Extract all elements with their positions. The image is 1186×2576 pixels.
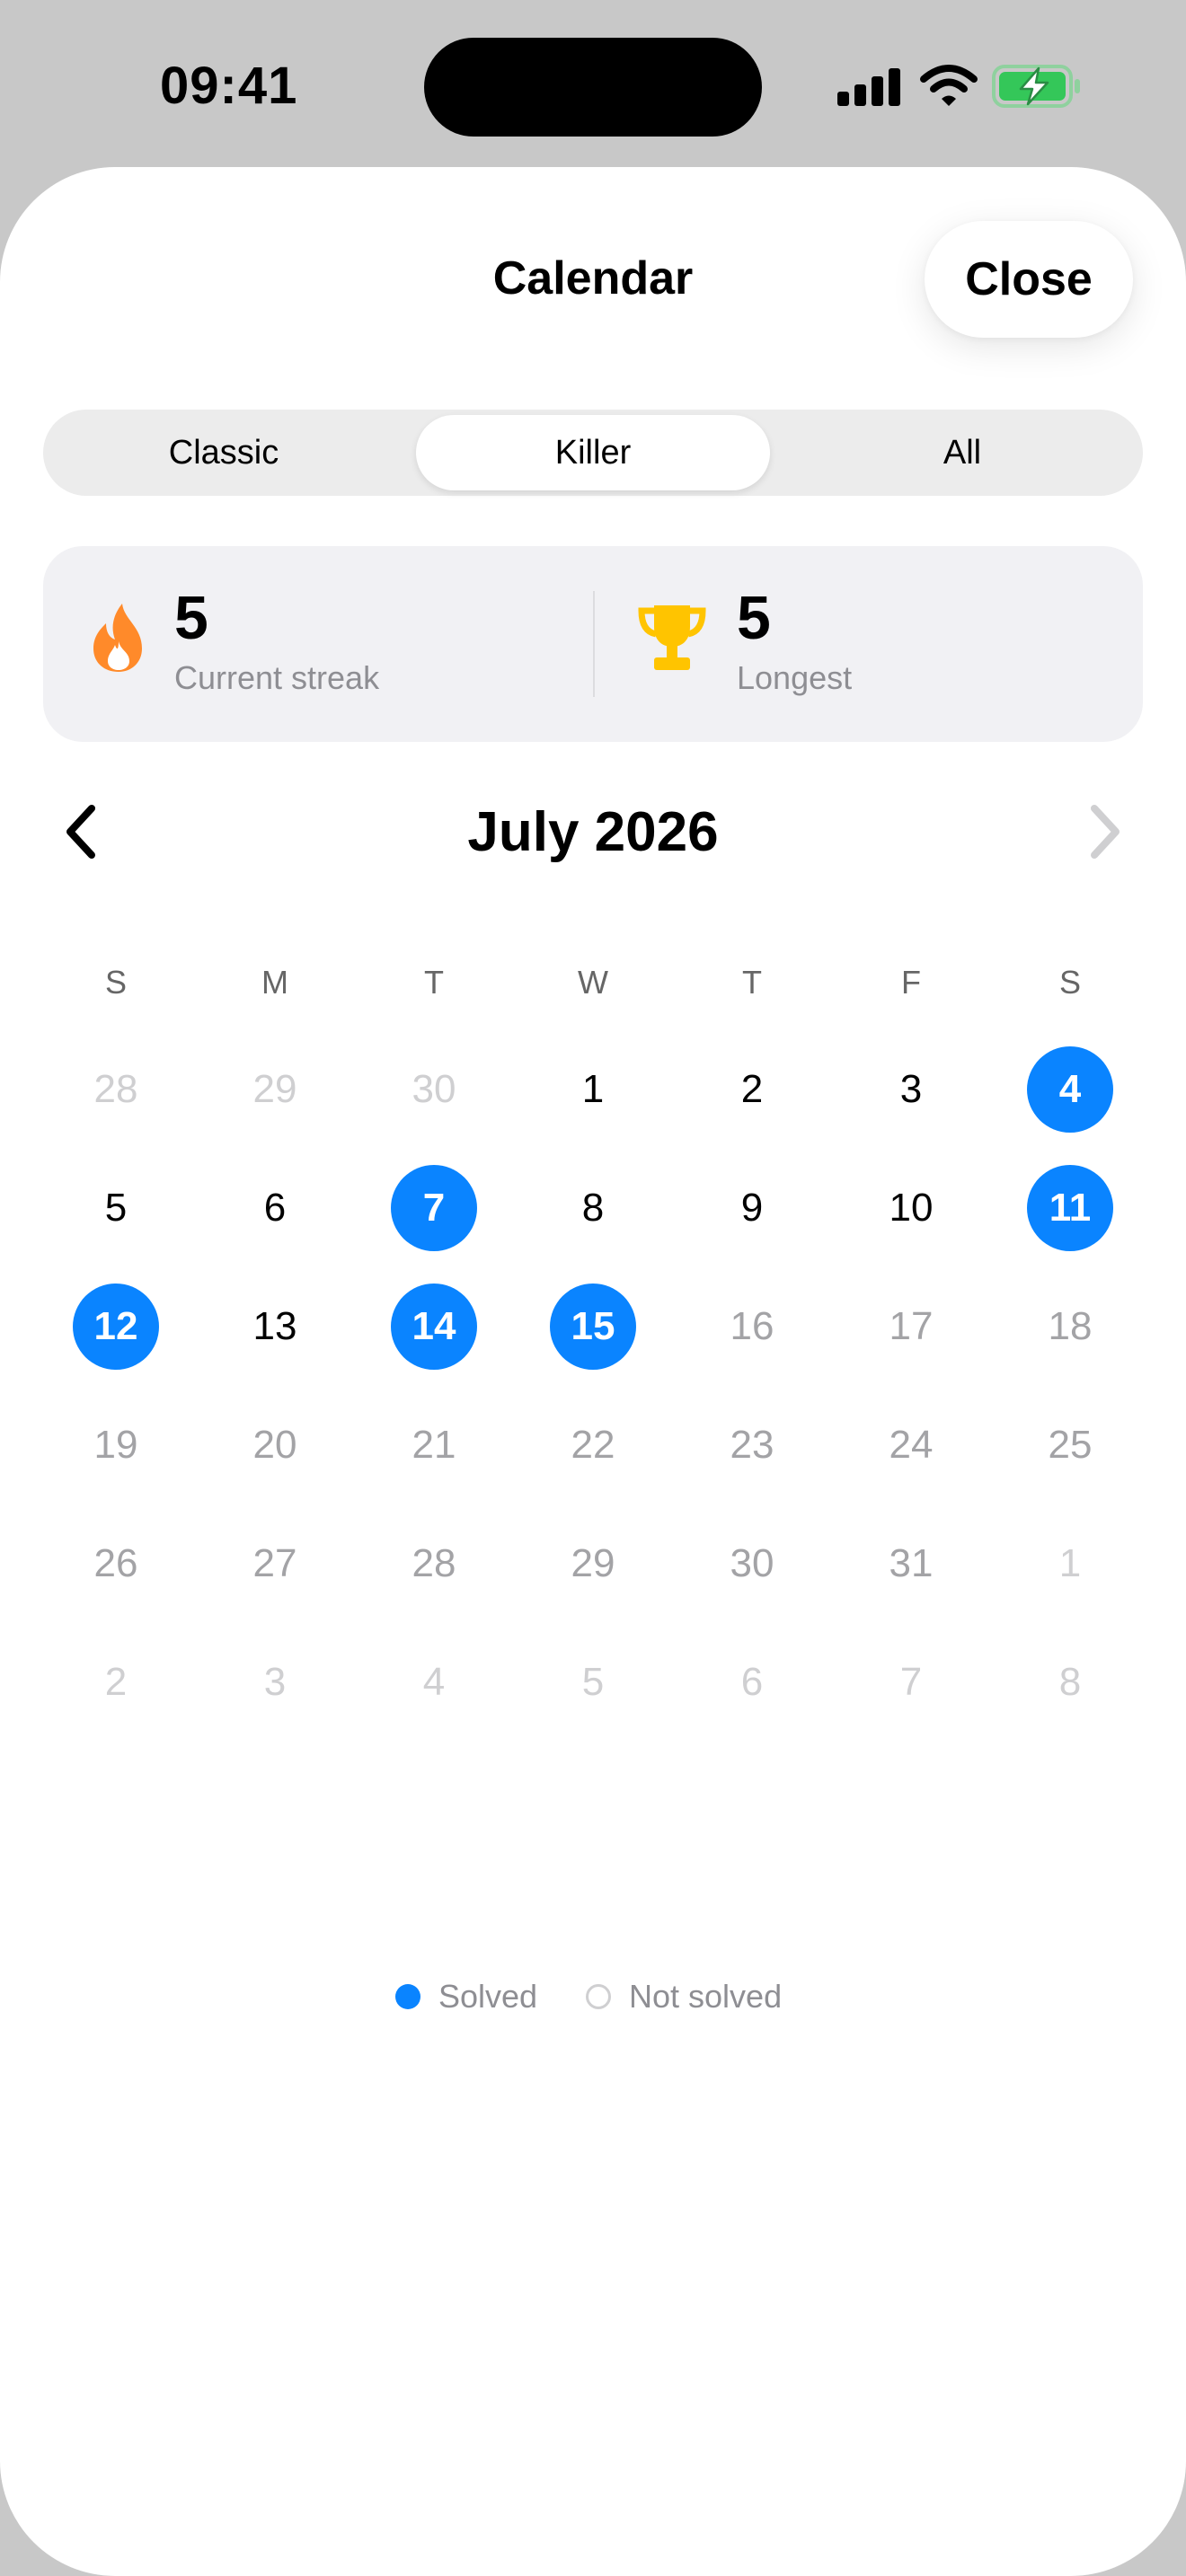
day-cell: 18 xyxy=(1048,1304,1093,1348)
day-cell: 5 xyxy=(581,1660,605,1704)
day-cell-solved[interactable]: 15 xyxy=(550,1284,636,1370)
legend-not-solved-label: Not solved xyxy=(629,1978,783,2015)
weekday-label: T xyxy=(424,964,444,1001)
day-cell-solved[interactable]: 7 xyxy=(391,1165,477,1251)
wifi-icon xyxy=(920,65,978,106)
day-cell: 17 xyxy=(889,1304,934,1348)
day-cell: 8 xyxy=(1058,1660,1082,1704)
dynamic-island xyxy=(424,38,762,137)
day-cell-solved[interactable]: 14 xyxy=(391,1284,477,1370)
calendar-sheet: Calendar Close Classic Killer All 5 Curr… xyxy=(0,167,1186,2576)
day-cell: 1 xyxy=(1058,1541,1082,1585)
tab-classic[interactable]: Classic xyxy=(47,415,401,490)
day-cell: 28 xyxy=(93,1067,138,1111)
day-cell: 29 xyxy=(571,1541,615,1585)
mode-segmented-control: Classic Killer All xyxy=(43,410,1143,496)
day-cell[interactable]: 2 xyxy=(709,1046,795,1133)
not-solved-dot-icon xyxy=(586,1984,611,2009)
close-button[interactable]: Close xyxy=(925,221,1133,338)
day-cell: 21 xyxy=(412,1423,456,1467)
day-cell: 30 xyxy=(730,1541,774,1585)
status-icons xyxy=(837,63,1082,113)
day-cell-solved[interactable]: 4 xyxy=(1027,1046,1113,1133)
day-cell: 19 xyxy=(93,1423,138,1467)
status-time: 09:41 xyxy=(160,57,298,115)
current-streak-value: 5 xyxy=(174,584,208,652)
weekday-label: W xyxy=(578,964,608,1001)
weekday-label: S xyxy=(1058,964,1081,1001)
screen: 09:41 Calendar Close Classic Killer All xyxy=(0,0,1186,2576)
day-cell: 23 xyxy=(730,1423,774,1467)
day-cell: 3 xyxy=(263,1660,287,1704)
day-cell: 4 xyxy=(422,1660,446,1704)
day-cell[interactable]: 5 xyxy=(73,1165,159,1251)
solved-dot-icon xyxy=(395,1984,420,2009)
day-cell-solved[interactable]: 12 xyxy=(73,1284,159,1370)
weekday-label: S xyxy=(104,964,127,1001)
longest-streak-value: 5 xyxy=(737,584,771,652)
battery-charging-icon xyxy=(992,65,1080,108)
legend-solved-label: Solved xyxy=(438,1978,538,2015)
day-cell[interactable]: 6 xyxy=(232,1165,318,1251)
day-cell: 31 xyxy=(889,1541,934,1585)
day-cell: 20 xyxy=(252,1423,297,1467)
day-cell[interactable]: 8 xyxy=(550,1165,636,1251)
day-cell: 22 xyxy=(571,1423,615,1467)
day-cell: 26 xyxy=(93,1541,138,1585)
month-title: July 2026 xyxy=(467,801,719,863)
tab-killer[interactable]: Killer xyxy=(416,415,770,490)
day-cell[interactable]: 13 xyxy=(232,1284,318,1370)
cellular-signal-icon xyxy=(837,66,900,106)
day-cell[interactable]: 9 xyxy=(709,1165,795,1251)
streak-divider xyxy=(593,591,595,697)
day-cell: 25 xyxy=(1048,1423,1093,1467)
current-streak-label: Current streak xyxy=(174,659,380,696)
tab-all[interactable]: All xyxy=(785,415,1139,490)
weekday-label: M xyxy=(261,964,288,1001)
day-cell[interactable]: 10 xyxy=(868,1165,954,1251)
day-cell: 30 xyxy=(412,1067,456,1111)
flame-icon xyxy=(93,604,142,672)
weekday-label: F xyxy=(901,964,921,1001)
day-cell: 16 xyxy=(730,1304,774,1348)
day-cell[interactable]: 3 xyxy=(868,1046,954,1133)
day-cell: 6 xyxy=(740,1660,764,1704)
streak-card: 5 Current streak 5 Longest xyxy=(43,546,1143,742)
longest-streak-label: Longest xyxy=(737,659,853,696)
day-cell: 24 xyxy=(889,1423,934,1467)
weekday-label: T xyxy=(742,964,762,1001)
day-cell-solved[interactable]: 11 xyxy=(1027,1165,1113,1251)
day-cell: 27 xyxy=(252,1541,297,1585)
day-cell: 2 xyxy=(104,1660,128,1704)
trophy-icon xyxy=(638,605,706,670)
day-cell: 7 xyxy=(899,1660,923,1704)
chevron-right-icon[interactable] xyxy=(1078,796,1132,868)
day-cell: 29 xyxy=(252,1067,297,1111)
legend: Solved Not solved xyxy=(0,1974,1186,2019)
day-cell[interactable]: 1 xyxy=(550,1046,636,1133)
day-cell: 28 xyxy=(412,1541,456,1585)
